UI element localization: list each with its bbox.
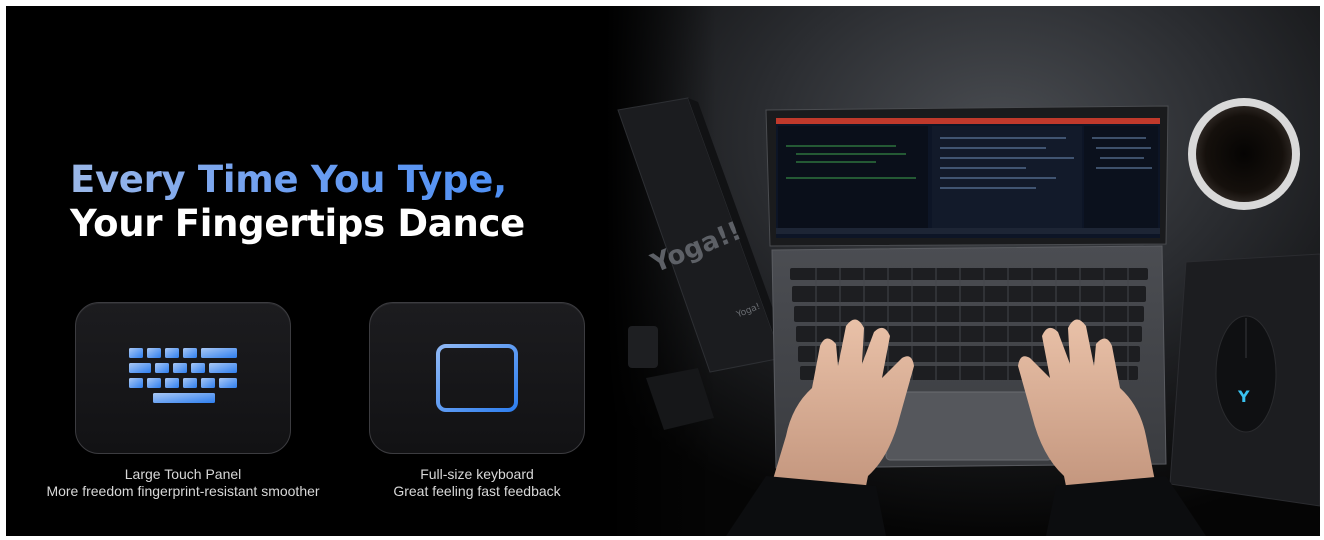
feature-caption: Full-size keyboard Great feeling fast fe…	[339, 466, 615, 500]
headline-line-1: Every Time You Type,	[70, 158, 525, 202]
keyboard-icon	[129, 348, 237, 403]
feature-title: Large Touch Panel	[124, 466, 242, 482]
feature-title: Full-size keyboard	[420, 466, 534, 482]
feature-card	[75, 302, 291, 454]
feature-description: More freedom fingerprint-resistant smoot…	[46, 483, 320, 499]
laptop-screen	[776, 118, 1160, 238]
mouse-logo: Y	[1237, 387, 1250, 406]
feature-description: Great feeling fast feedback	[393, 483, 561, 499]
laptop-touchpad	[885, 391, 1053, 461]
coffee-cup	[1188, 98, 1300, 210]
laptop-photo: Yoga!! Yoga! Y	[606, 6, 1320, 536]
feature-card	[369, 302, 585, 454]
touchpad-icon	[436, 344, 518, 412]
mouse: Y	[1215, 315, 1277, 433]
feature-touch-panel: Large Touch Panel More freedom fingerpri…	[46, 302, 320, 500]
product-banner: Every Time You Type, Your Fingertips Dan…	[6, 6, 1320, 536]
feature-full-size-keyboard: Full-size keyboard Great feeling fast fe…	[369, 302, 585, 500]
headline: Every Time You Type, Your Fingertips Dan…	[70, 158, 525, 246]
feature-caption: Large Touch Panel More freedom fingerpri…	[15, 466, 351, 500]
headline-line-2: Your Fingertips Dance	[70, 202, 525, 245]
